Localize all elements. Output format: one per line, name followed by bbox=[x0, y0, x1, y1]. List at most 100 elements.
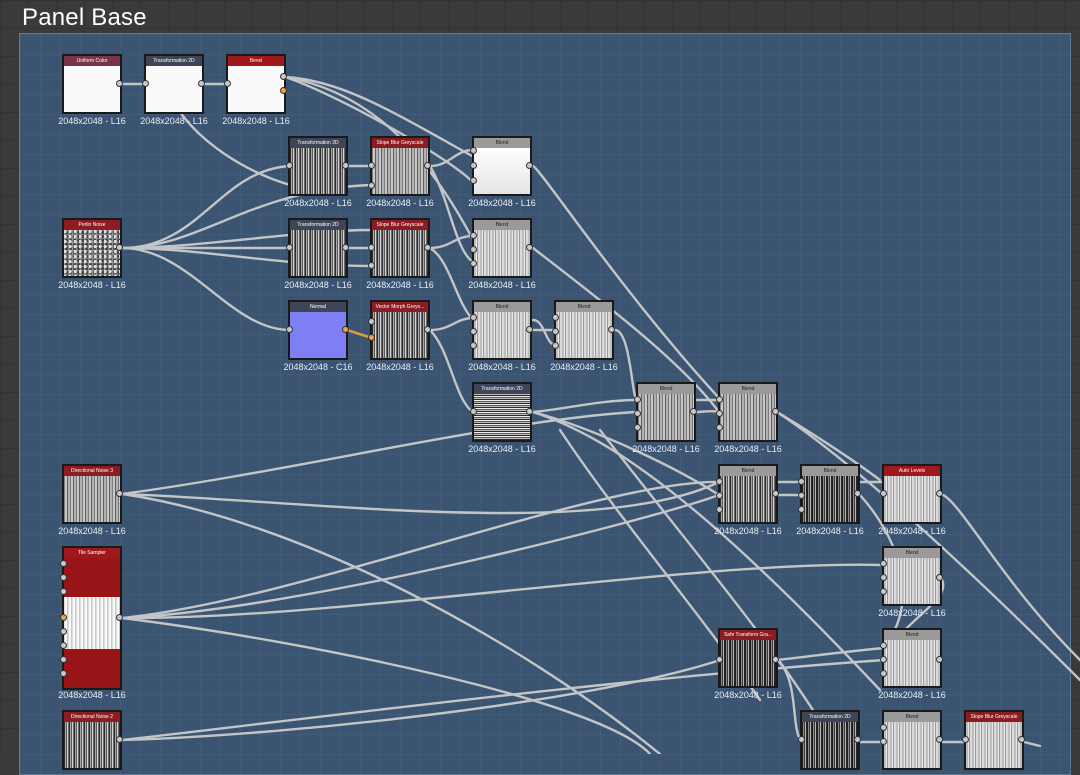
node-slope-blur-greyscale[interactable]: Slope Blur Greyscale bbox=[964, 710, 1024, 770]
node-transformation-2d[interactable]: Transformation 2D bbox=[800, 710, 860, 770]
input-port[interactable] bbox=[60, 656, 67, 663]
input-port[interactable] bbox=[470, 246, 477, 253]
node-vector-morph-greyscale[interactable]: Vector Morph Greys... bbox=[370, 300, 430, 360]
output-port[interactable] bbox=[936, 736, 943, 743]
node-blend[interactable]: Blend bbox=[882, 710, 942, 770]
input-port[interactable] bbox=[60, 560, 67, 567]
output-port[interactable] bbox=[936, 490, 943, 497]
input-port[interactable] bbox=[368, 182, 375, 189]
output-port[interactable] bbox=[342, 162, 349, 169]
input-port[interactable] bbox=[798, 478, 805, 485]
input-port[interactable] bbox=[880, 574, 887, 581]
output-port[interactable] bbox=[772, 408, 779, 415]
output-port[interactable] bbox=[936, 574, 943, 581]
input-port[interactable] bbox=[798, 736, 805, 743]
node-directional-noise-2[interactable]: Directional Noise 2 bbox=[62, 710, 122, 770]
input-port[interactable] bbox=[470, 314, 477, 321]
output-port[interactable] bbox=[116, 490, 123, 497]
node-blend[interactable]: Blend bbox=[554, 300, 614, 360]
input-port[interactable] bbox=[60, 614, 67, 621]
node-blend[interactable]: Blend bbox=[472, 136, 532, 196]
output-port[interactable] bbox=[116, 244, 123, 251]
input-port[interactable] bbox=[716, 396, 723, 403]
node-transformation-2d[interactable]: Transformation 2D bbox=[472, 382, 532, 442]
output-port[interactable] bbox=[526, 244, 533, 251]
node-safe-transform-grayscale[interactable]: Safe Transform Gra... bbox=[718, 628, 778, 688]
output-port[interactable] bbox=[116, 736, 123, 743]
output-port[interactable] bbox=[424, 162, 431, 169]
input-port[interactable] bbox=[142, 80, 149, 87]
node-tile-sampler[interactable]: Tile Sampler bbox=[62, 546, 122, 690]
node-blend[interactable]: Blend bbox=[472, 218, 532, 278]
output-port[interactable] bbox=[280, 73, 287, 80]
input-port[interactable] bbox=[60, 670, 67, 677]
node-transformation-2d[interactable]: Transformation 2D bbox=[288, 218, 348, 278]
input-port[interactable] bbox=[368, 162, 375, 169]
input-port[interactable] bbox=[286, 244, 293, 251]
input-port[interactable] bbox=[60, 642, 67, 649]
input-port[interactable] bbox=[286, 326, 293, 333]
input-port[interactable] bbox=[60, 588, 67, 595]
input-port[interactable] bbox=[470, 177, 477, 184]
input-port[interactable] bbox=[552, 328, 559, 335]
node-blend[interactable]: Blend bbox=[718, 464, 778, 524]
input-port[interactable] bbox=[634, 396, 641, 403]
node-uniform-color[interactable]: Uniform Color bbox=[62, 54, 122, 114]
input-port[interactable] bbox=[368, 318, 375, 325]
input-port[interactable] bbox=[470, 342, 477, 349]
input-port[interactable] bbox=[880, 642, 887, 649]
input-port[interactable] bbox=[368, 334, 375, 341]
input-port[interactable] bbox=[470, 408, 477, 415]
output-port[interactable] bbox=[526, 326, 533, 333]
output-port[interactable] bbox=[854, 490, 861, 497]
node-auto-levels[interactable]: Auto Levels bbox=[882, 464, 942, 524]
node-blend[interactable]: Blend bbox=[882, 546, 942, 606]
input-port[interactable] bbox=[798, 492, 805, 499]
input-port[interactable] bbox=[470, 147, 477, 154]
node-normal[interactable]: Normal bbox=[288, 300, 348, 360]
input-port[interactable] bbox=[716, 506, 723, 513]
input-port[interactable] bbox=[634, 410, 641, 417]
input-port[interactable] bbox=[470, 162, 477, 169]
input-port[interactable] bbox=[470, 328, 477, 335]
input-port[interactable] bbox=[880, 560, 887, 567]
output-port[interactable] bbox=[280, 87, 287, 94]
input-port[interactable] bbox=[798, 506, 805, 513]
output-port[interactable] bbox=[936, 656, 943, 663]
output-port[interactable] bbox=[772, 490, 779, 497]
input-port[interactable] bbox=[634, 424, 641, 431]
input-port[interactable] bbox=[286, 162, 293, 169]
input-port[interactable] bbox=[224, 80, 231, 87]
input-port[interactable] bbox=[880, 588, 887, 595]
node-blend[interactable]: Blend bbox=[718, 382, 778, 442]
output-port[interactable] bbox=[608, 326, 615, 333]
output-port[interactable] bbox=[198, 80, 205, 87]
node-blend[interactable]: Blend bbox=[472, 300, 532, 360]
node-transformation-2d[interactable]: Transformation 2D bbox=[144, 54, 204, 114]
input-port[interactable] bbox=[60, 628, 67, 635]
output-port[interactable] bbox=[424, 244, 431, 251]
node-perlin-noise[interactable]: Perlin Noise bbox=[62, 218, 122, 278]
input-port[interactable] bbox=[716, 656, 723, 663]
input-port[interactable] bbox=[880, 670, 887, 677]
node-blend[interactable]: Blend bbox=[636, 382, 696, 442]
output-port[interactable] bbox=[424, 326, 431, 333]
input-port[interactable] bbox=[880, 656, 887, 663]
output-port[interactable] bbox=[772, 656, 779, 663]
node-transformation-2d[interactable]: Transformation 2D bbox=[288, 136, 348, 196]
input-port[interactable] bbox=[368, 244, 375, 251]
input-port[interactable] bbox=[470, 260, 477, 267]
output-port[interactable] bbox=[526, 162, 533, 169]
node-blend[interactable]: Blend bbox=[882, 628, 942, 688]
input-port[interactable] bbox=[470, 232, 477, 239]
input-port[interactable] bbox=[716, 410, 723, 417]
output-port[interactable] bbox=[342, 244, 349, 251]
input-port[interactable] bbox=[716, 492, 723, 499]
node-slope-blur-greyscale[interactable]: Slope Blur Greyscale bbox=[370, 218, 430, 278]
output-port[interactable] bbox=[526, 408, 533, 415]
input-port[interactable] bbox=[962, 736, 969, 743]
node-bevel[interactable]: Bevel bbox=[226, 54, 286, 114]
output-port[interactable] bbox=[690, 408, 697, 415]
input-port[interactable] bbox=[552, 314, 559, 321]
output-port[interactable] bbox=[854, 736, 861, 743]
